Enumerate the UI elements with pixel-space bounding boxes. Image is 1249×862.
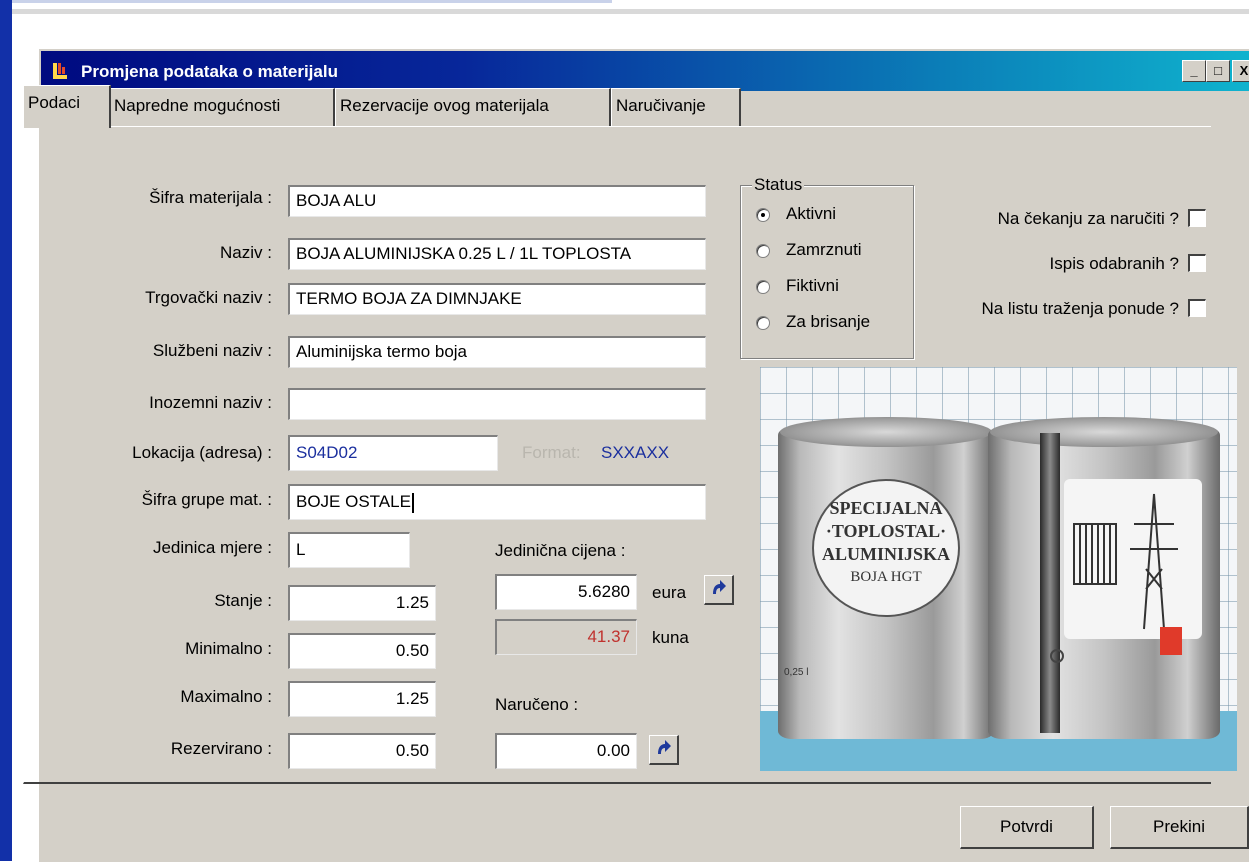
label-minimalno: Minimalno : <box>185 639 272 658</box>
desktop-top-highlight <box>12 0 612 3</box>
title-bar[interactable]: Promjena podataka o materijalu _ □ X <box>41 51 1249 91</box>
sifra-grupe-value: BOJE OSTALE <box>296 492 411 511</box>
cancel-button[interactable]: Prekini <box>1110 806 1249 849</box>
refresh-icon <box>658 740 671 754</box>
label-sifra-materijala: Šifra materijala : <box>149 188 272 207</box>
eur-price-input[interactable]: 5.6280 <box>495 574 637 610</box>
label-stanje: Stanje : <box>214 591 272 610</box>
stanje-input[interactable]: 1.25 <box>288 585 436 621</box>
maximalno-input[interactable]: 1.25 <box>288 681 436 717</box>
sifra-grupe-input[interactable]: BOJE OSTALE <box>288 484 706 520</box>
can-mark <box>1050 649 1064 663</box>
minimize-icon: _ <box>1190 63 1198 78</box>
status-legend: Status <box>752 175 805 195</box>
radio-fiktivni[interactable] <box>756 280 770 294</box>
window-title: Promjena podataka o materijalu <box>81 62 338 81</box>
radiator-pylon-icon <box>1073 493 1178 630</box>
refresh-ordered-button[interactable] <box>649 735 679 765</box>
label-trgovacki-naziv: Trgovački naziv : <box>145 288 272 307</box>
product-photo: SPECIJALNA ·TOPLOSTAL· ALUMINIJSKA BOJA … <box>760 367 1237 771</box>
can-volume-text: 0,25 l <box>784 667 809 678</box>
label-jedinica-mjere: Jedinica mjere : <box>152 538 272 557</box>
eur-unit-label: eura <box>652 583 687 602</box>
label-sluzbeni-naziv: Službeni naziv : <box>152 341 272 360</box>
maximize-icon: □ <box>1214 63 1222 78</box>
minimalno-input[interactable]: 0.50 <box>288 633 436 669</box>
radio-label-fiktivni: Fiktivni <box>786 276 839 295</box>
label-ispis-odabranih: Ispis odabranih ? <box>1049 254 1179 273</box>
tab-podaci[interactable]: Podaci <box>23 85 111 128</box>
radio-label-za-brisanje: Za brisanje <box>786 312 871 331</box>
tab-napredne-mogucnosti[interactable]: Napredne mogućnosti <box>109 88 335 126</box>
app-icon <box>53 63 67 79</box>
label-inozemni-naziv: Inozemni naziv : <box>149 393 272 412</box>
refresh-icon <box>713 580 726 594</box>
label-lista-trazenja: Na listu traženja ponude ? <box>981 299 1179 318</box>
rezervirano-input[interactable]: 0.50 <box>288 733 436 769</box>
label-lokacija: Lokacija (adresa) : <box>132 443 272 462</box>
maximize-button[interactable]: □ <box>1206 60 1230 82</box>
inozemni-naziv-input[interactable] <box>288 388 706 420</box>
checkbox-ispis-odabranih[interactable] <box>1188 254 1206 272</box>
label-maximalno: Maximalno : <box>180 687 272 706</box>
tab-narucivanje[interactable]: Naručivanje <box>611 88 741 126</box>
text-caret <box>411 492 414 513</box>
sluzbeni-naziv-input[interactable]: Aluminijska termo boja <box>288 336 706 368</box>
can-label-line: ·TOPLOSTAL· <box>825 521 947 541</box>
radio-label-zamrznuti: Zamrznuti <box>786 240 862 259</box>
warning-label <box>1160 627 1182 655</box>
can-lid-left <box>780 417 992 447</box>
can-label: SPECIJALNA ·TOPLOSTAL· ALUMINIJSKA BOJA … <box>812 479 960 617</box>
can-label-line: ALUMINIJSKA <box>821 544 950 564</box>
jedinica-mjere-input[interactable]: L <box>288 532 410 568</box>
tab-rezervacije[interactable]: Rezervacije ovog materijala <box>335 88 611 126</box>
naziv-input[interactable]: BOJA ALUMINIJSKA 0.25 L / 1L TOPLOSTA <box>288 238 706 270</box>
label-na-cekanju: Na čekanju za naručiti ? <box>997 209 1179 228</box>
close-icon: X <box>1239 63 1249 78</box>
kuna-unit-label: kuna <box>652 628 689 647</box>
checkbox-na-cekanju[interactable] <box>1188 209 1206 227</box>
label-naziv: Naziv : <box>220 243 272 262</box>
confirm-button[interactable]: Potvrdi <box>960 806 1094 849</box>
can-label-line: SPECIJALNA <box>829 498 943 518</box>
label-sifra-grupe: Šifra grupe mat. : <box>141 490 272 509</box>
trgovacki-naziv-input[interactable]: TERMO BOJA ZA DIMNJAKE <box>288 283 706 315</box>
naruceno-input[interactable]: 0.00 <box>495 733 637 769</box>
checkbox-lista-trazenja[interactable] <box>1188 299 1206 317</box>
desktop-edge <box>0 0 12 861</box>
label-jedinicna-cijena: Jedinična cijena : <box>495 541 626 560</box>
lokacija-input[interactable]: S04D02 <box>288 435 498 471</box>
refresh-price-button[interactable] <box>704 575 734 605</box>
label-naruceno: Naručeno : <box>495 695 579 714</box>
can-illustration-panel <box>1064 479 1202 639</box>
radio-zamrznuti[interactable] <box>756 244 770 258</box>
can-seam <box>1040 433 1060 733</box>
radio-aktivni[interactable] <box>756 208 770 222</box>
radio-za-brisanje[interactable] <box>756 316 770 330</box>
format-value: SXXAXX <box>601 443 670 462</box>
can-label-line: BOJA HGT <box>850 569 922 585</box>
can-lid-right <box>990 417 1218 447</box>
format-label: Format: <box>522 443 581 462</box>
close-button[interactable]: X <box>1232 60 1249 82</box>
radio-label-aktivni: Aktivni <box>786 204 837 223</box>
sifra-materijala-input[interactable]: BOJA ALU <box>288 185 706 217</box>
kuna-price-field: 41.37 <box>495 619 637 655</box>
minimize-button[interactable]: _ <box>1182 60 1206 82</box>
label-rezervirano: Rezervirano : <box>170 739 272 758</box>
